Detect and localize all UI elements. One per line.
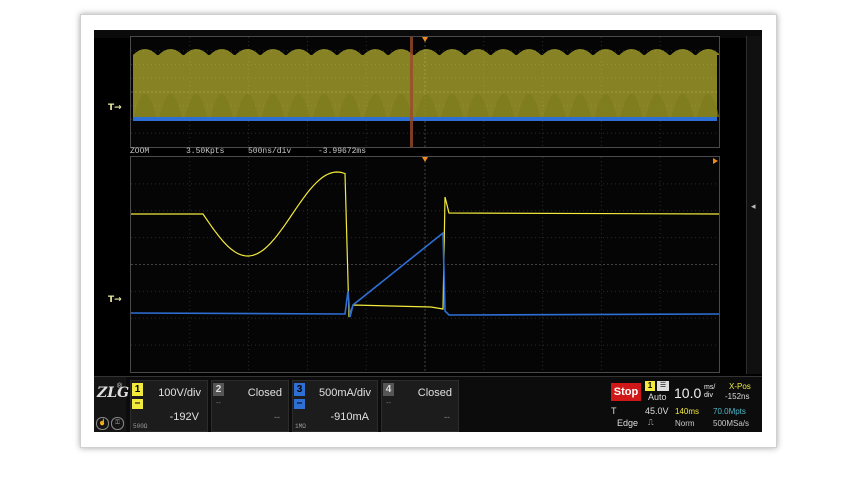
oscilloscope-screen: T→ ZOOM 3.50Kpts 500ns/div -3.99672ms T→… [94, 30, 762, 432]
lock-icon[interactable]: ⚿ [111, 417, 124, 430]
channel-2-offset: -- [274, 412, 280, 422]
registered-mark: ® [117, 383, 123, 390]
run-stop-button[interactable]: Stop [611, 383, 641, 401]
rising-edge-icon: ⎍ [648, 418, 654, 427]
logo-area: ZLG ® ☝ ⚿ [94, 377, 130, 432]
chevron-left-icon[interactable]: ◂ [751, 202, 756, 211]
channel-2-block[interactable]: 2 -- Closed -- [211, 380, 289, 432]
channel-3-scale: 500mA/div [319, 387, 371, 399]
trigger-source[interactable]: Edge [617, 418, 638, 429]
zoom-waveform-panel[interactable] [130, 156, 720, 373]
channel-1-number: 1 [132, 383, 143, 396]
trigger-edge-icon: ☰ [657, 381, 669, 391]
trigger-level[interactable]: 45.0V [645, 406, 669, 417]
trigger-channel-badge: 1 [645, 381, 655, 391]
zoom-trigger-level-marker[interactable]: T→ [108, 296, 122, 305]
channel-4-block[interactable]: 4 -- Closed -- [381, 380, 459, 432]
channel-2-number: 2 [213, 383, 224, 396]
capture-time: 140ms [675, 407, 700, 416]
channel-4-offset: -- [444, 412, 450, 422]
channel-3-impedance: 1MΩ [295, 423, 306, 430]
channel-4-scale: Closed [417, 387, 452, 399]
acquisition-mode: Norm [675, 419, 695, 428]
sample-rate: 500MSa/s [713, 419, 750, 428]
channel-3-coupling: ═ [294, 399, 305, 409]
xpos-value[interactable]: -152ns [725, 391, 749, 402]
channel-1-offset: -192V [169, 411, 199, 423]
channel-1-impedance: 500Ω [133, 423, 148, 430]
channel-2-coupling: -- [216, 400, 221, 407]
channel-4-number: 4 [383, 383, 394, 396]
zoom-grid [131, 157, 719, 372]
channel-3-offset: -910mA [330, 411, 369, 423]
zoom-trigger-position-icon [422, 157, 428, 162]
channel-3-block[interactable]: 3 ═ 500mA/div -910mA 1MΩ [292, 380, 378, 432]
channel-4-coupling: -- [386, 400, 391, 407]
channel-2-scale: Closed [247, 387, 282, 399]
memory-depth: 70.0Mpts [713, 407, 746, 416]
touch-icon[interactable]: ☝ [96, 417, 109, 430]
zoom-waveform [131, 157, 719, 372]
trigger-mode[interactable]: Auto [648, 392, 667, 403]
channel-1-block[interactable]: 1 ═ 100V/div -192V 500Ω [130, 380, 208, 432]
overview-ch3-trace [133, 117, 717, 121]
overview-trigger-level-marker[interactable]: T→ [108, 104, 122, 113]
timebase-unit-top: ms/ [704, 384, 716, 391]
trigger-arrow-icon: → [114, 103, 122, 113]
zoom-right-marker-icon [713, 158, 718, 164]
acquisition-panel: Stop 1 ☰ Auto T 45.0V Edge ⎍ 10.0 ms/ di… [608, 379, 762, 431]
overview-trigger-position-icon [422, 37, 428, 42]
timebase-value[interactable]: 10.0 [674, 385, 701, 401]
trigger-arrow-icon: → [114, 295, 122, 305]
channel-3-number: 3 [294, 383, 305, 396]
trigger-type-label: T [611, 406, 617, 416]
side-panel-tab[interactable]: ◂ [746, 36, 762, 374]
timebase-unit-bottom: div [704, 392, 713, 399]
channel-1-coupling: ═ [132, 399, 143, 409]
logo: ZLG [97, 385, 130, 401]
overview-waveform-panel[interactable] [130, 36, 720, 148]
zoom-window-indicator [410, 37, 413, 147]
channel-1-scale: 100V/div [158, 387, 201, 399]
overview-waveform [131, 37, 719, 147]
overview-ch1-envelope [133, 49, 719, 117]
bottom-status-bar: ZLG ® ☝ ⚿ 1 ═ 100V/div -192V 500Ω 2 -- C… [94, 376, 762, 432]
